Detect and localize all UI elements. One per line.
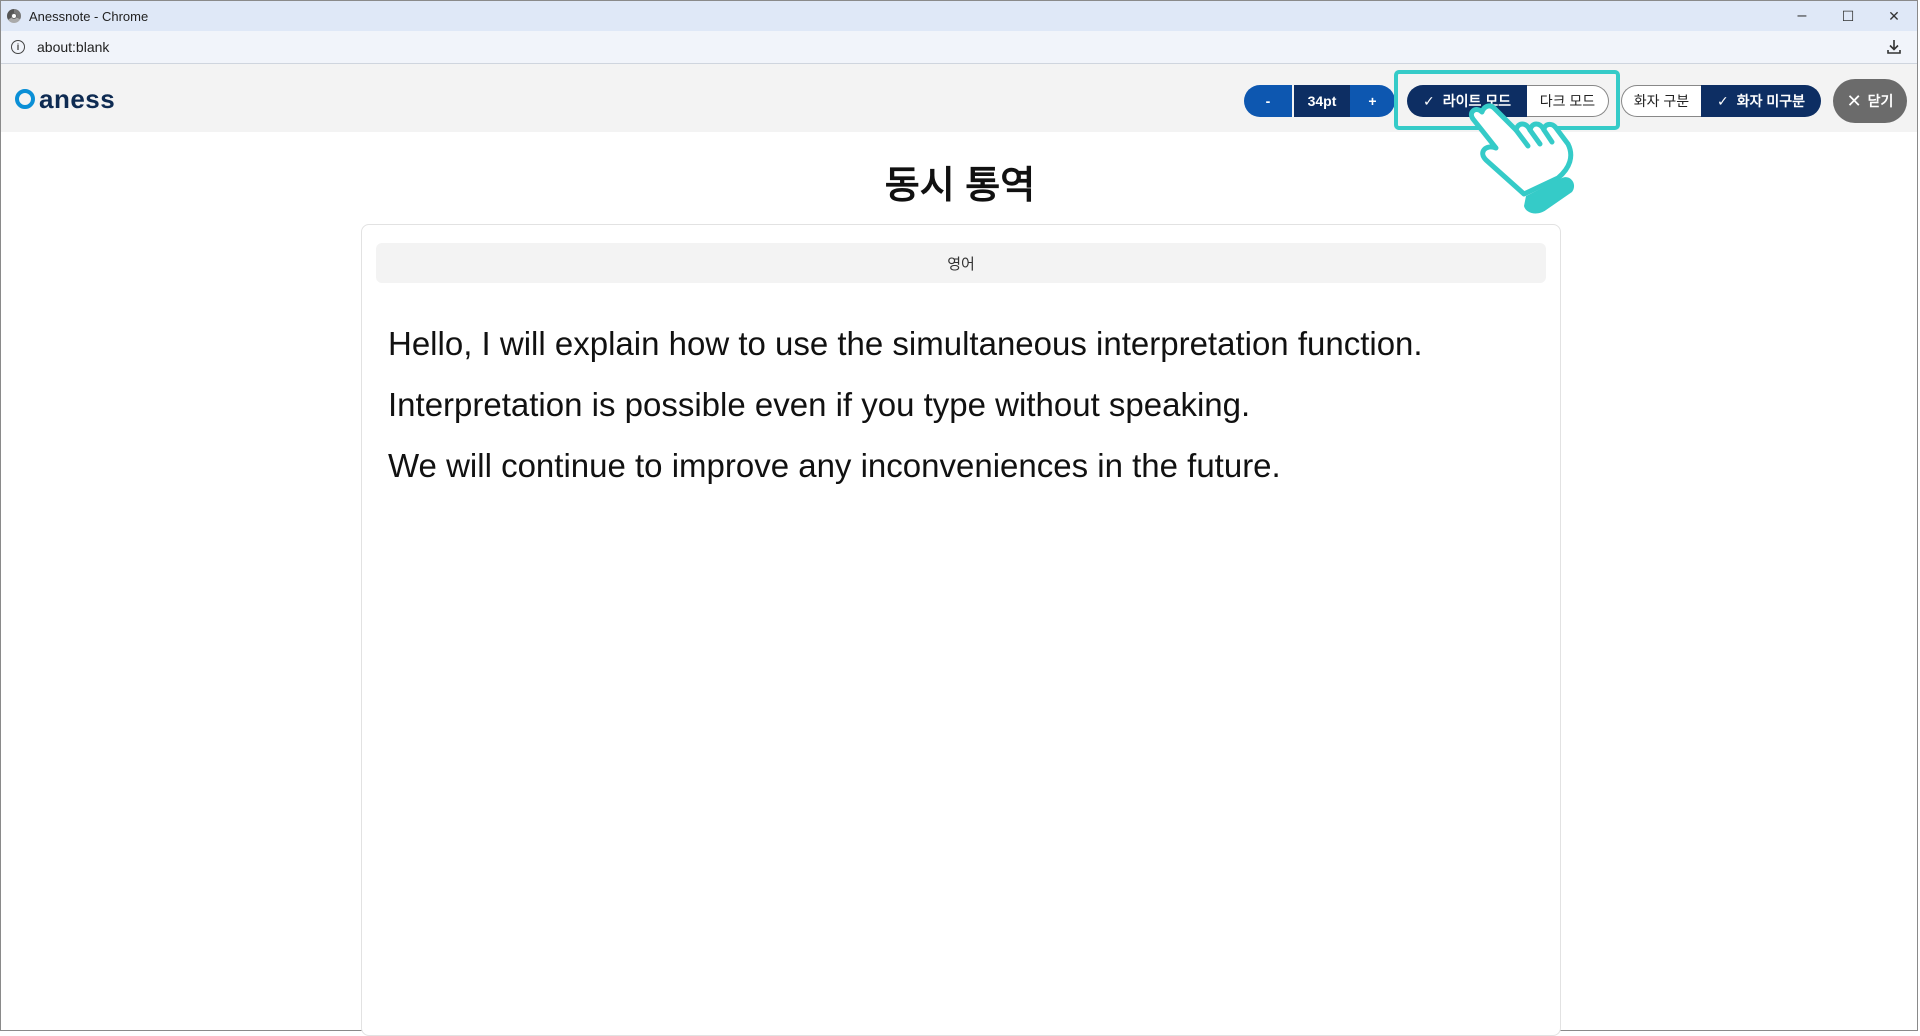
language-label: 영어: [376, 243, 1546, 283]
interpretation-card: 영어 Hello, I will explain how to use the …: [361, 224, 1561, 1036]
transcript: Hello, I will explain how to use the sim…: [388, 313, 1423, 496]
minimize-button[interactable]: –: [1779, 1, 1825, 31]
logo-mark-icon: [15, 89, 35, 109]
chrome-icon: [7, 9, 21, 23]
close-label: 닫기: [1867, 93, 1894, 109]
speaker-nosplit-label: 화자 미구분: [1736, 93, 1806, 109]
speaker-split-button[interactable]: 화자 구분: [1621, 85, 1701, 117]
check-icon: ✓: [1716, 92, 1729, 109]
info-icon[interactable]: i: [11, 40, 25, 54]
transcript-line: Interpretation is possible even if you t…: [388, 386, 1251, 423]
font-increase-button[interactable]: +: [1350, 85, 1395, 117]
page-title: 동시 통역: [884, 165, 1036, 207]
close-button[interactable]: ✕ 닫기: [1833, 79, 1907, 123]
close-window-button[interactable]: ✕: [1871, 1, 1917, 31]
maximize-button[interactable]: ☐: [1825, 1, 1871, 31]
app-header: aness - 34pt + ✓ 라이트 모드 다크 모드 화자 구분 ✓ 화자…: [1, 64, 1917, 132]
window-title: Anessnote - Chrome: [29, 8, 149, 24]
font-size-value: 34pt: [1294, 85, 1350, 117]
transcript-line: We will continue to improve any inconven…: [388, 447, 1281, 484]
speaker-nosplit-button[interactable]: ✓ 화자 미구분: [1701, 85, 1821, 117]
download-icon[interactable]: [1885, 38, 1903, 56]
font-decrease-button[interactable]: -: [1244, 85, 1292, 117]
address-bar: i about:blank: [1, 31, 1917, 64]
title-bar: Anessnote - Chrome – ☐ ✕: [1, 1, 1917, 31]
close-icon: ✕: [1846, 90, 1862, 111]
url-field[interactable]: about:blank: [37, 39, 109, 55]
logo-text: aness: [39, 84, 116, 114]
logo: aness: [15, 86, 115, 112]
window-controls: – ☐ ✕: [1779, 1, 1917, 31]
transcript-line: Hello, I will explain how to use the sim…: [388, 325, 1423, 362]
